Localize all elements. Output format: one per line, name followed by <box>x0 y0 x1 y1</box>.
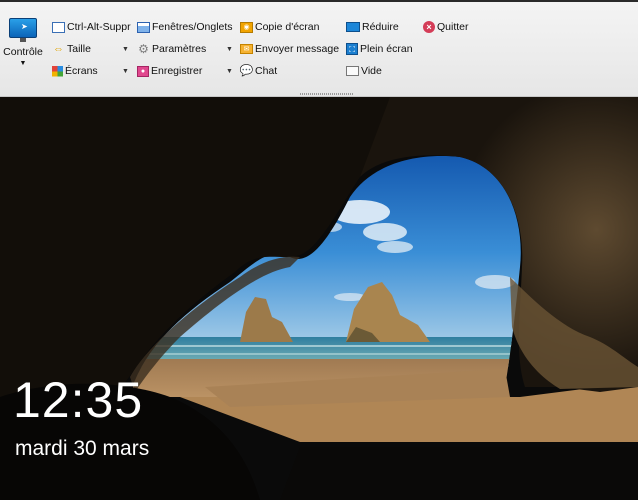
fullscreen-icon: ⛶ <box>346 43 358 55</box>
screens-button[interactable]: Écrans <box>52 63 98 79</box>
settings-label: Paramètres <box>152 43 207 55</box>
quit-button[interactable]: × Quitter <box>423 19 469 35</box>
control-button[interactable]: ➤ Contrôle ▼ <box>2 18 44 76</box>
size-dropdown-chevron-down-icon[interactable]: ▼ <box>122 41 129 57</box>
close-circle-icon: × <box>423 21 435 33</box>
control-label: Contrôle <box>3 46 43 58</box>
screenshot-button[interactable]: ◉ Copie d'écran <box>240 19 319 35</box>
record-dropdown-chevron-down-icon[interactable]: ▼ <box>226 63 233 79</box>
send-message-button[interactable]: ✉ Envoyer message <box>240 41 339 57</box>
record-button[interactable]: ● Enregistrer <box>137 63 202 79</box>
size-button[interactable]: ⇔ Taille <box>52 41 91 57</box>
lock-screen-time: 12:35 <box>13 372 144 428</box>
fullscreen-label: Plein écran <box>360 43 413 55</box>
ctrl-alt-del-button[interactable]: Ctrl-Alt-Suppr <box>52 19 131 35</box>
screens-label: Écrans <box>65 65 98 77</box>
blank-button[interactable]: Vide <box>346 63 382 79</box>
screenshot-icon: ◉ <box>240 21 253 33</box>
screenshot-label: Copie d'écran <box>255 21 320 33</box>
quit-label: Quitter <box>437 21 469 33</box>
toolbar-resize-grip[interactable] <box>300 93 354 95</box>
remote-lock-screen[interactable]: 12:35 mardi 30 mars <box>0 97 638 500</box>
screens-dropdown-chevron-down-icon[interactable]: ▼ <box>122 63 129 79</box>
size-label: Taille <box>67 43 91 55</box>
blank-icon <box>346 66 359 76</box>
chat-icon: 💬 <box>239 64 254 77</box>
resize-icon: ⇔ <box>53 42 64 55</box>
minimize-label: Réduire <box>362 21 399 33</box>
blank-label: Vide <box>361 65 382 77</box>
record-label: Enregistrer <box>151 65 203 77</box>
gear-icon: ⚙ <box>138 41 149 56</box>
remote-control-toolbar: ➤ Contrôle ▼ Ctrl-Alt-Suppr ⇔ Taille ▼ É… <box>0 0 638 97</box>
mail-icon: ✉ <box>240 44 253 54</box>
chat-button[interactable]: 💬 Chat <box>239 63 278 79</box>
send-message-label: Envoyer message <box>255 43 340 55</box>
windows-tabs-button[interactable]: Fenêtres/Onglets <box>137 19 233 35</box>
chevron-down-icon: ▼ <box>19 60 27 67</box>
minimize-icon <box>346 22 360 32</box>
ctrl-alt-del-icon <box>52 21 65 33</box>
record-icon: ● <box>137 65 149 77</box>
lock-screen-date: mardi 30 mars <box>15 437 150 460</box>
monitor-icon: ➤ <box>9 18 37 42</box>
windows-tabs-label: Fenêtres/Onglets <box>152 21 233 33</box>
fullscreen-button[interactable]: ⛶ Plein écran <box>346 41 413 57</box>
ctrl-alt-del-label: Ctrl-Alt-Suppr <box>67 21 131 33</box>
chat-label: Chat <box>255 65 278 77</box>
settings-dropdown-chevron-down-icon[interactable]: ▼ <box>226 41 233 57</box>
windows-tabs-icon <box>137 21 150 33</box>
settings-button[interactable]: ⚙ Paramètres <box>137 41 206 57</box>
screens-icon <box>52 65 63 77</box>
minimize-button[interactable]: Réduire <box>346 19 399 35</box>
